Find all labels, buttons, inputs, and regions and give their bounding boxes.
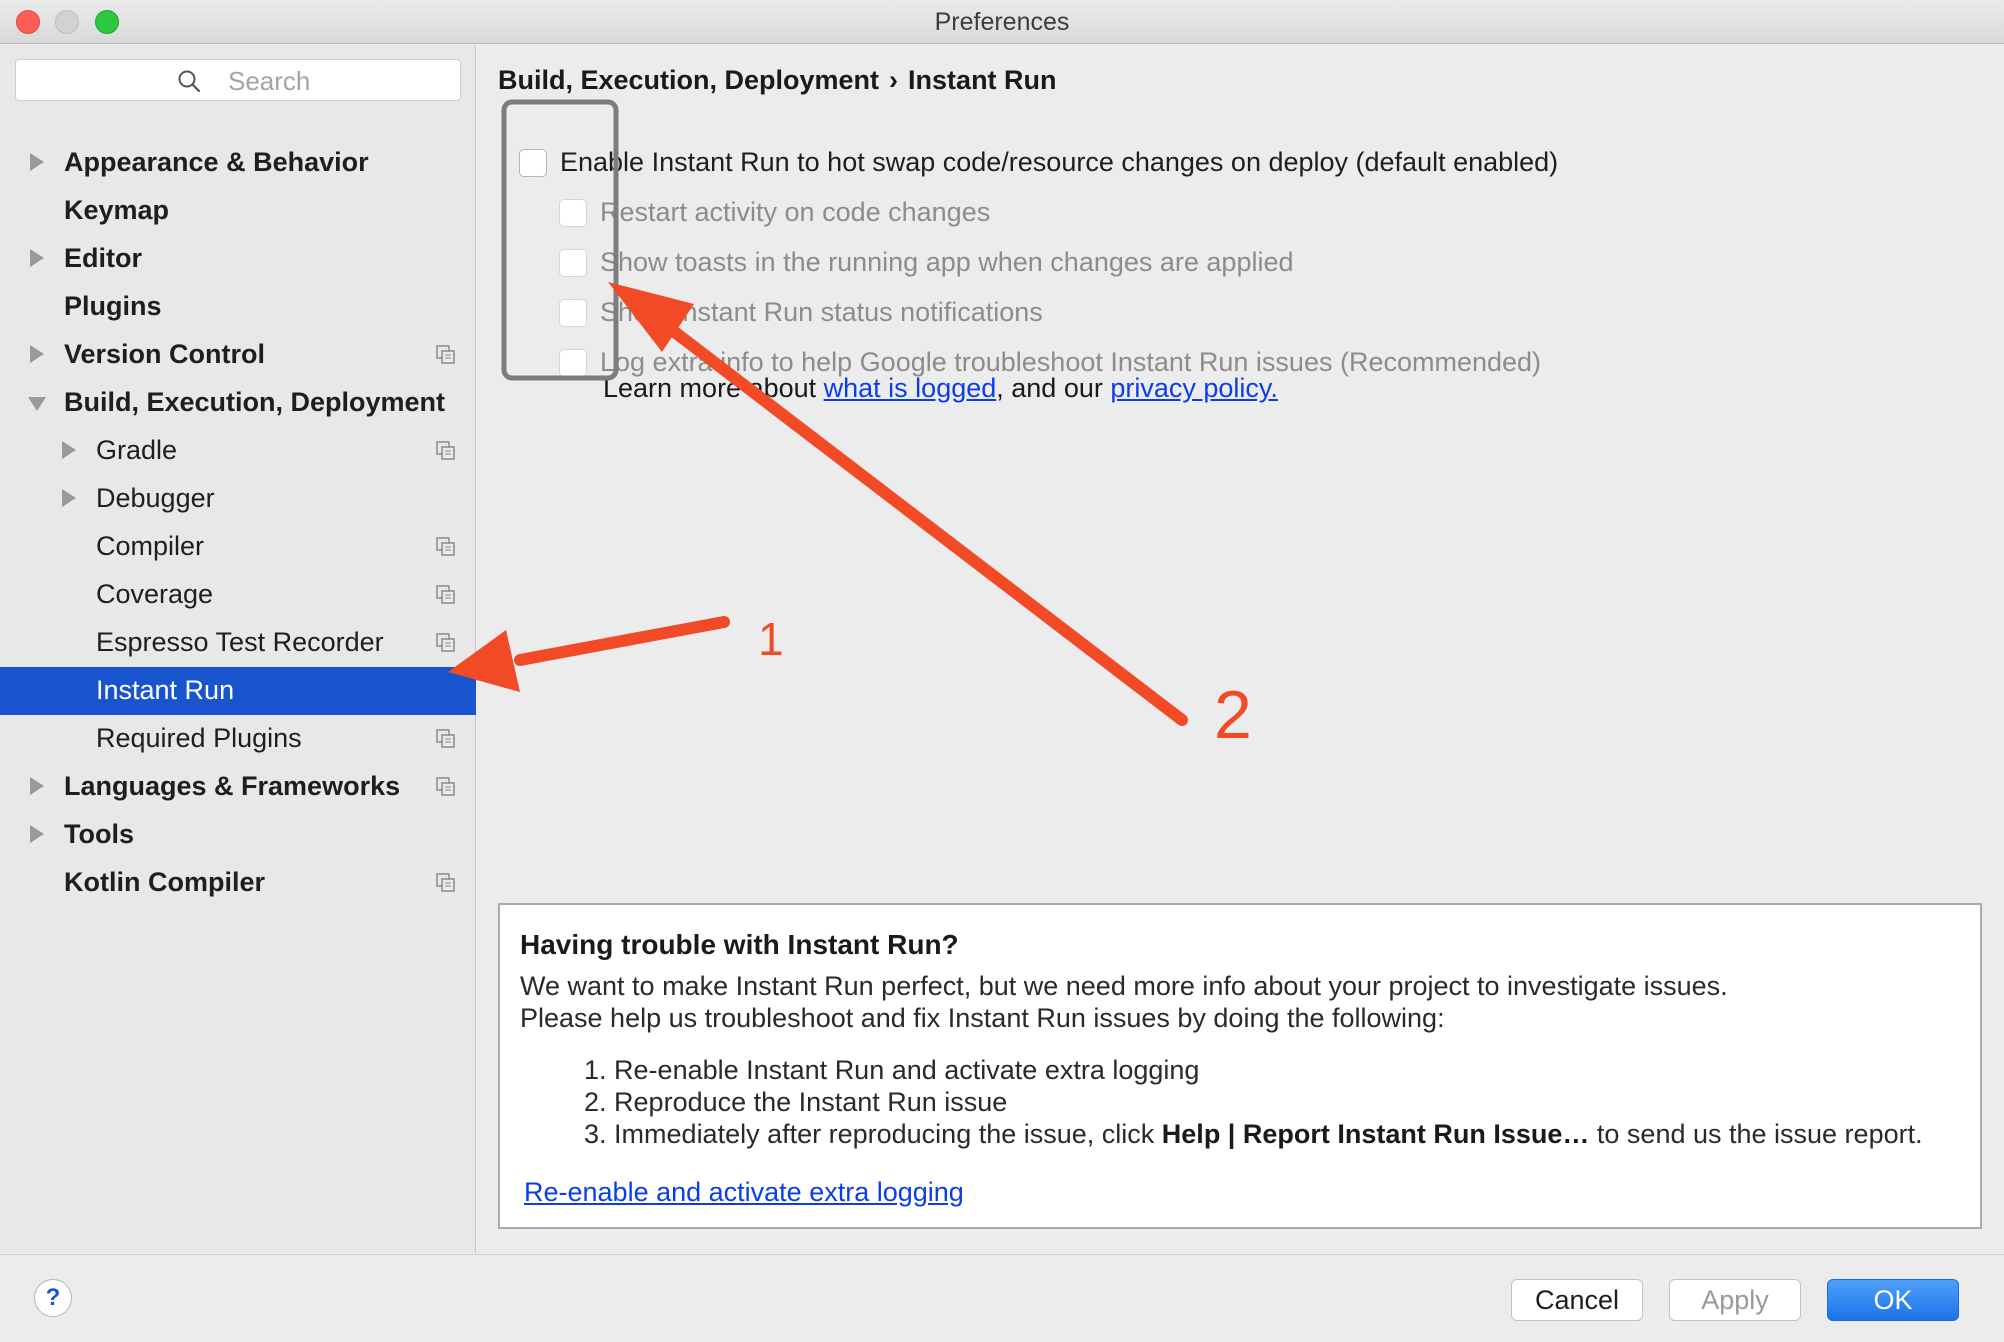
status-notifications-checkbox bbox=[559, 299, 587, 327]
step-item: 2. Reproduce the Instant Run issue bbox=[584, 1087, 1007, 1118]
option-label: Enable Instant Run to hot swap code/reso… bbox=[560, 147, 1559, 177]
sidebar-item-label: Required Plugins bbox=[96, 723, 302, 753]
step-text: Immediately after reproducing the issue,… bbox=[614, 1119, 1162, 1149]
learn-more-text: Learn more about what is logged, and our… bbox=[603, 373, 1278, 404]
show-toasts-checkbox bbox=[559, 249, 587, 277]
option-label: Show Instant Run status notifications bbox=[600, 297, 1043, 327]
sidebar-item-plugins[interactable]: Plugins bbox=[0, 283, 476, 331]
ok-button[interactable]: OK bbox=[1827, 1279, 1959, 1321]
annotation-label-2: 2 bbox=[1214, 677, 1252, 753]
help-button[interactable]: ? bbox=[34, 1279, 72, 1317]
project-scope-icon bbox=[436, 441, 455, 460]
step-item: 1. Re-enable Instant Run and activate ex… bbox=[584, 1055, 1199, 1086]
sidebar-item-compiler[interactable]: Compiler bbox=[0, 523, 476, 571]
step-number: 2. bbox=[584, 1087, 607, 1117]
step-text: Reproduce the Instant Run issue bbox=[614, 1087, 1008, 1117]
project-scope-icon bbox=[436, 537, 455, 556]
learn-more-prefix: Learn more about bbox=[603, 373, 824, 403]
sidebar-item-label: Compiler bbox=[96, 531, 205, 561]
sidebar-item-version-control[interactable]: Version Control bbox=[0, 331, 476, 379]
cancel-button[interactable]: Cancel bbox=[1511, 1279, 1643, 1321]
sidebar-item-label: Build, Execution, Deployment bbox=[64, 387, 446, 417]
menu-path-text: Help | Report Instant Run Issue… bbox=[1161, 1119, 1590, 1149]
step-number: 1. bbox=[584, 1055, 607, 1085]
breadcrumb-separator-icon: › bbox=[889, 65, 899, 95]
sidebar-item-label: Kotlin Compiler bbox=[64, 867, 265, 897]
sidebar-item-gradle[interactable]: Gradle bbox=[0, 427, 476, 475]
sidebar-item-label: Keymap bbox=[64, 195, 170, 225]
expand-arrow-icon[interactable] bbox=[30, 249, 44, 267]
project-scope-icon bbox=[436, 873, 455, 892]
sidebar-item-label: Instant Run bbox=[96, 675, 235, 705]
sidebar-item-label: Debugger bbox=[96, 483, 215, 513]
step-number: 3. bbox=[584, 1119, 607, 1149]
sidebar-item-label: Version Control bbox=[64, 339, 266, 369]
collapse-arrow-icon[interactable] bbox=[28, 397, 46, 411]
sidebar-item-label: Appearance & Behavior bbox=[64, 147, 369, 177]
sidebar-item-instant-run[interactable]: Instant Run bbox=[0, 667, 476, 715]
settings-sidebar: Search Appearance & Behavior Keymap Edit… bbox=[0, 45, 476, 1253]
sidebar-item-label: Plugins bbox=[64, 291, 162, 321]
sidebar-item-coverage[interactable]: Coverage bbox=[0, 571, 476, 619]
panel-line-1: We want to make Instant Run perfect, but… bbox=[520, 971, 1728, 1001]
sidebar-item-label: Tools bbox=[64, 819, 134, 849]
sidebar-item-label: Coverage bbox=[96, 579, 214, 609]
learn-more-middle: , and our bbox=[996, 373, 1111, 403]
reenable-logging-link[interactable]: Re-enable and activate extra logging bbox=[524, 1177, 964, 1208]
annotation-label-1: 1 bbox=[758, 613, 784, 665]
expand-arrow-icon[interactable] bbox=[62, 489, 76, 507]
expand-arrow-icon[interactable] bbox=[62, 441, 76, 459]
dialog-footer: ? Cancel Apply OK bbox=[0, 1254, 2004, 1342]
step-item: 3. Immediately after reproducing the iss… bbox=[584, 1119, 1923, 1150]
search-input[interactable]: Search bbox=[15, 59, 461, 101]
option-label: Show toasts in the running app when chan… bbox=[600, 247, 1294, 277]
restart-activity-checkbox bbox=[559, 199, 587, 227]
sidebar-item-languages-frameworks[interactable]: Languages & Frameworks bbox=[0, 763, 476, 811]
breadcrumb-current: Instant Run bbox=[908, 65, 1057, 95]
project-scope-icon bbox=[436, 777, 455, 796]
step-text: Re-enable Instant Run and activate extra… bbox=[614, 1055, 1200, 1085]
project-scope-icon bbox=[436, 345, 455, 364]
sidebar-item-editor[interactable]: Editor bbox=[0, 235, 476, 283]
project-scope-icon bbox=[436, 633, 455, 652]
sidebar-item-required-plugins[interactable]: Required Plugins bbox=[0, 715, 476, 763]
panel-title: Having trouble with Instant Run? bbox=[520, 929, 959, 960]
sidebar-item-debugger[interactable]: Debugger bbox=[0, 475, 476, 523]
breadcrumb-parent[interactable]: Build, Execution, Deployment bbox=[498, 65, 879, 95]
what-is-logged-link[interactable]: what is logged bbox=[824, 373, 997, 403]
sidebar-item-tools[interactable]: Tools bbox=[0, 811, 476, 859]
expand-arrow-icon[interactable] bbox=[30, 825, 44, 843]
panel-line-2: Please help us troubleshoot and fix Inst… bbox=[520, 1003, 1445, 1033]
enable-instant-run-checkbox[interactable] bbox=[519, 149, 547, 177]
expand-arrow-icon[interactable] bbox=[30, 345, 44, 363]
sidebar-item-espresso-test-recorder[interactable]: Espresso Test Recorder bbox=[0, 619, 476, 667]
window-title: Preferences bbox=[934, 8, 1070, 36]
sidebar-item-appearance-behavior[interactable]: Appearance & Behavior bbox=[0, 139, 476, 187]
troubleshoot-panel: Having trouble with Instant Run? We want… bbox=[498, 903, 1982, 1229]
sidebar-item-keymap[interactable]: Keymap bbox=[0, 187, 476, 235]
step-text-suffix: to send us the issue report. bbox=[1589, 1119, 1923, 1149]
project-scope-icon bbox=[436, 729, 455, 748]
sidebar-item-label: Espresso Test Recorder bbox=[96, 627, 384, 657]
settings-content: Build, Execution, Deployment › Instant Run… bbox=[477, 45, 2004, 1253]
expand-arrow-icon[interactable] bbox=[30, 777, 44, 795]
apply-button: Apply bbox=[1669, 1279, 1801, 1321]
expand-arrow-icon[interactable] bbox=[30, 153, 44, 171]
privacy-policy-link[interactable]: privacy policy. bbox=[1110, 373, 1278, 403]
sidebar-item-label: Editor bbox=[64, 243, 142, 273]
sidebar-item-label: Gradle bbox=[96, 435, 178, 465]
search-icon bbox=[178, 70, 201, 93]
option-label: Restart activity on code changes bbox=[600, 197, 991, 227]
breadcrumb: Build, Execution, Deployment › Instant Run bbox=[498, 65, 1057, 96]
title-bar: Preferences bbox=[0, 0, 2004, 44]
sidebar-item-kotlin-compiler[interactable]: Kotlin Compiler bbox=[0, 859, 476, 907]
sidebar-item-build-execution-deployment[interactable]: Build, Execution, Deployment bbox=[0, 379, 476, 427]
log-extra-info-checkbox bbox=[559, 349, 587, 377]
search-placeholder: Search bbox=[228, 66, 311, 96]
sidebar-item-label: Languages & Frameworks bbox=[64, 771, 401, 801]
project-scope-icon bbox=[436, 585, 455, 604]
